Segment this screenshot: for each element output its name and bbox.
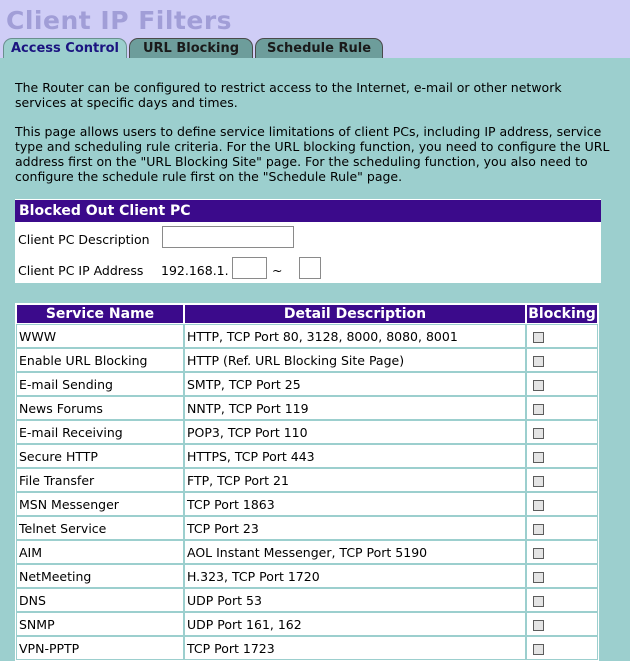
detail-description-cell: UDP Port 53 <box>184 588 526 612</box>
blocking-cell <box>526 324 598 348</box>
blocking-cell <box>526 444 598 468</box>
page-title: Client IP Filters <box>6 6 233 35</box>
detail-description-cell: NNTP, TCP Port 119 <box>184 396 526 420</box>
detail-description-cell: TCP Port 1863 <box>184 492 526 516</box>
blocking-cell <box>526 588 598 612</box>
client-ip-prefix: 192.168.1. <box>161 263 229 278</box>
tab-url-blocking[interactable]: URL Blocking <box>129 38 253 58</box>
blocked-client-section: Blocked Out Client PC Client PC Descript… <box>15 199 601 283</box>
blocking-cell <box>526 468 598 492</box>
blocking-checkbox[interactable] <box>533 619 544 631</box>
blocking-checkbox[interactable] <box>533 451 544 463</box>
table-row: NetMeeting H.323, TCP Port 1720 <box>16 564 598 588</box>
detail-description-cell: H.323, TCP Port 1720 <box>184 564 526 588</box>
table-row: DNS UDP Port 53 <box>16 588 598 612</box>
service-name-cell: Enable URL Blocking <box>16 348 184 372</box>
blocking-checkbox[interactable] <box>533 355 544 367</box>
tab-schedule-rule[interactable]: Schedule Rule <box>255 38 383 58</box>
blocking-header: Blocking <box>527 305 597 323</box>
service-name-cell: E-mail Sending <box>16 372 184 396</box>
blocking-cell <box>526 420 598 444</box>
blocking-checkbox[interactable] <box>533 499 544 511</box>
client-ip-start-input[interactable] <box>232 257 267 279</box>
service-name-cell: MSN Messenger <box>16 492 184 516</box>
blocking-checkbox[interactable] <box>533 379 544 391</box>
table-row: AIM AOL Instant Messenger, TCP Port 5190 <box>16 540 598 564</box>
client-description-label: Client PC Description <box>18 232 150 247</box>
table-row: E-mail Sending SMTP, TCP Port 25 <box>16 372 598 396</box>
detail-description-header: Detail Description <box>185 305 525 323</box>
blocking-checkbox[interactable] <box>533 523 544 535</box>
service-name-cell: Secure HTTP <box>16 444 184 468</box>
blocking-cell <box>526 540 598 564</box>
section-title: Blocked Out Client PC <box>15 199 601 222</box>
detail-description-cell: AOL Instant Messenger, TCP Port 5190 <box>184 540 526 564</box>
detail-description-cell: HTTPS, TCP Port 443 <box>184 444 526 468</box>
table-row: Telnet Service TCP Port 23 <box>16 516 598 540</box>
service-name-cell: AIM <box>16 540 184 564</box>
detail-description-cell: SMTP, TCP Port 25 <box>184 372 526 396</box>
detail-description-cell: TCP Port 1723 <box>184 636 526 660</box>
detail-description-cell: POP3, TCP Port 110 <box>184 420 526 444</box>
table-row: SNMP UDP Port 161, 162 <box>16 612 598 636</box>
detail-description-cell: HTTP (Ref. URL Blocking Site Page) <box>184 348 526 372</box>
detail-description-cell: UDP Port 161, 162 <box>184 612 526 636</box>
client-ip-label: Client PC IP Address <box>18 263 144 278</box>
service-table: Service Name Detail Description Blocking… <box>15 303 599 661</box>
blocking-cell <box>526 492 598 516</box>
table-row: File Transfer FTP, TCP Port 21 <box>16 468 598 492</box>
service-name-cell: VPN-PPTP <box>16 636 184 660</box>
intro-paragraph-2: This page allows users to define service… <box>15 124 610 184</box>
table-row: WWW HTTP, TCP Port 80, 3128, 8000, 8080, … <box>16 324 598 348</box>
table-row: News Forums NNTP, TCP Port 119 <box>16 396 598 420</box>
service-name-cell: SNMP <box>16 612 184 636</box>
table-row: VPN-PPTP TCP Port 1723 <box>16 636 598 660</box>
ip-range-separator: ~ <box>272 263 283 278</box>
table-row: Secure HTTP HTTPS, TCP Port 443 <box>16 444 598 468</box>
client-description-input[interactable] <box>162 226 294 248</box>
service-name-cell: File Transfer <box>16 468 184 492</box>
intro-paragraph-1: The Router can be configured to restrict… <box>15 80 562 110</box>
service-name-cell: News Forums <box>16 396 184 420</box>
detail-description-cell: FTP, TCP Port 21 <box>184 468 526 492</box>
header-bar: Client IP Filters Access Control URL Blo… <box>0 0 630 58</box>
detail-description-cell: HTTP, TCP Port 80, 3128, 8000, 8080, 800… <box>184 324 526 348</box>
blocking-checkbox[interactable] <box>533 403 544 415</box>
tab-access-control[interactable]: Access Control <box>3 38 127 58</box>
blocking-checkbox[interactable] <box>533 643 544 655</box>
client-ip-end-input[interactable] <box>299 257 321 279</box>
blocking-checkbox[interactable] <box>533 595 544 607</box>
service-name-cell: E-mail Receiving <box>16 420 184 444</box>
blocking-checkbox[interactable] <box>533 331 544 343</box>
service-name-cell: WWW <box>16 324 184 348</box>
service-table-header: Service Name Detail Description Blocking <box>17 305 597 323</box>
blocking-cell <box>526 516 598 540</box>
detail-description-cell: TCP Port 23 <box>184 516 526 540</box>
table-row: Enable URL Blocking HTTP (Ref. URL Blocki… <box>16 348 598 372</box>
blocking-checkbox[interactable] <box>533 475 544 487</box>
blocking-cell <box>526 372 598 396</box>
blocking-cell <box>526 612 598 636</box>
service-table-body: WWW HTTP, TCP Port 80, 3128, 8000, 8080, … <box>16 324 598 660</box>
service-name-cell: DNS <box>16 588 184 612</box>
table-row: MSN Messenger TCP Port 1863 <box>16 492 598 516</box>
blocking-cell <box>526 564 598 588</box>
blocking-checkbox[interactable] <box>533 571 544 583</box>
blocking-checkbox[interactable] <box>533 547 544 559</box>
service-name-cell: Telnet Service <box>16 516 184 540</box>
blocking-cell <box>526 348 598 372</box>
table-row: E-mail Receiving POP3, TCP Port 110 <box>16 420 598 444</box>
blocking-checkbox[interactable] <box>533 427 544 439</box>
blocking-cell <box>526 636 598 660</box>
service-name-header: Service Name <box>17 305 183 323</box>
service-name-cell: NetMeeting <box>16 564 184 588</box>
blocking-cell <box>526 396 598 420</box>
